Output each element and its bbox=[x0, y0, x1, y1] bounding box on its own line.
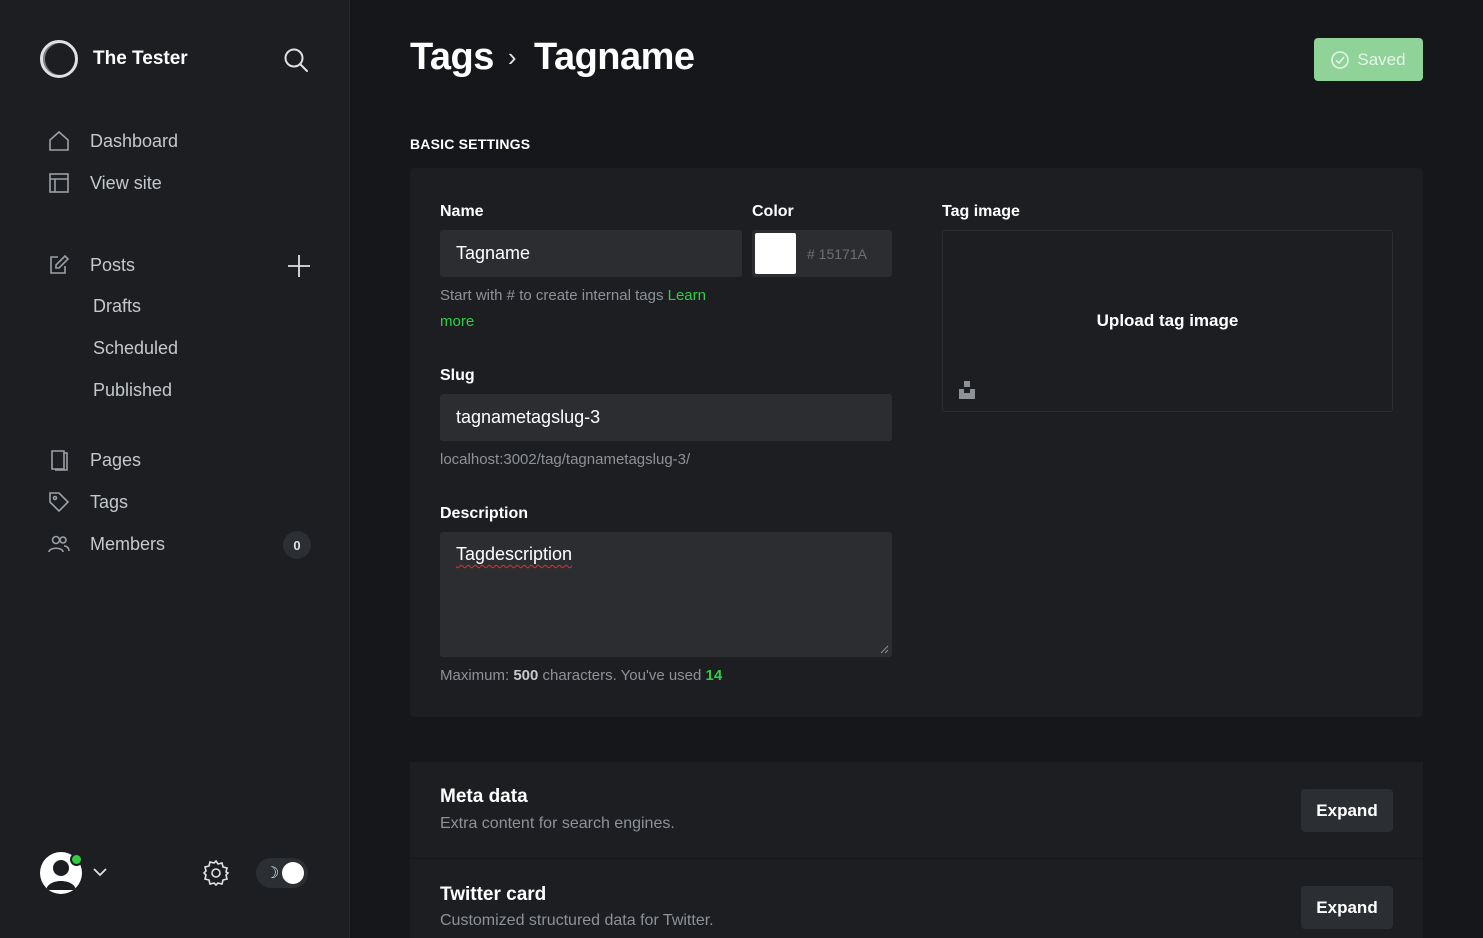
desc-hint-prefix: Maximum: bbox=[440, 667, 510, 684]
members-count-badge: 0 bbox=[283, 531, 311, 559]
basic-settings-title: BASIC SETTINGS bbox=[410, 136, 531, 152]
meta-data-section: Meta data Extra content for search engin… bbox=[410, 762, 1423, 858]
name-hint-text: Start with # to create internal tags bbox=[440, 287, 664, 304]
site-name: The Tester bbox=[93, 48, 188, 69]
nav-scheduled[interactable]: Scheduled bbox=[93, 338, 178, 359]
breadcrumb: Tags › Tagname bbox=[410, 36, 695, 79]
twitter-card-subtitle: Customized structured data for Twitter. bbox=[440, 912, 714, 929]
description-label: Description bbox=[440, 505, 529, 522]
color-swatch[interactable] bbox=[755, 233, 796, 274]
nav-pages[interactable]: Pages bbox=[48, 445, 141, 475]
name-hint: Start with # to create internal tags Lea… bbox=[440, 283, 740, 335]
slug-label: Slug bbox=[440, 367, 475, 384]
nav-members[interactable]: Members bbox=[48, 529, 165, 559]
gear-icon[interactable] bbox=[202, 859, 230, 887]
meta-data-subtitle: Extra content for search engines. bbox=[440, 815, 675, 832]
nav-posts-label: Posts bbox=[90, 254, 136, 275]
page-icon bbox=[48, 449, 70, 471]
site-brand[interactable]: The Tester bbox=[40, 40, 188, 78]
slug-field[interactable]: tagnametagslug-3 bbox=[440, 394, 892, 441]
toggle-knob bbox=[282, 862, 304, 884]
twitter-card-title: Twitter card bbox=[440, 884, 547, 905]
description-hint: Maximum: 500 characters. You've used 14 bbox=[440, 663, 722, 689]
desc-max-count: 500 bbox=[513, 667, 539, 684]
nav-dashboard[interactable]: Dashboard bbox=[48, 126, 178, 156]
home-icon bbox=[48, 130, 70, 152]
desc-used-count: 14 bbox=[705, 667, 723, 684]
online-status-dot bbox=[70, 853, 83, 866]
slug-url-preview: localhost:3002/tag/tagnametagslug-3/ bbox=[440, 451, 691, 468]
upload-tag-image-label: Upload tag image bbox=[1096, 311, 1239, 330]
tag-image-upload[interactable]: Upload tag image bbox=[942, 230, 1393, 412]
site-logo bbox=[40, 40, 78, 78]
members-icon bbox=[48, 533, 70, 555]
check-circle-icon bbox=[1331, 50, 1350, 69]
resize-handle-icon[interactable] bbox=[879, 644, 889, 654]
breadcrumb-separator-icon: › bbox=[507, 42, 517, 72]
nav-pages-label: Pages bbox=[90, 449, 142, 470]
unsplash-icon[interactable] bbox=[959, 381, 975, 399]
nav-drafts[interactable]: Drafts bbox=[93, 296, 141, 317]
name-field[interactable]: Tagname bbox=[440, 230, 742, 277]
nav-tags-label: Tags bbox=[90, 491, 129, 512]
page-title: Tagname bbox=[534, 36, 695, 78]
nav-view-site-label: View site bbox=[90, 172, 162, 193]
color-hex-input[interactable]: # 15171A bbox=[807, 246, 867, 262]
tag-icon bbox=[48, 491, 70, 513]
chevron-down-icon[interactable] bbox=[92, 866, 108, 878]
twitter-card-section: Twitter card Customized structured data … bbox=[410, 859, 1423, 938]
nav-tags[interactable]: Tags bbox=[48, 487, 128, 517]
moon-icon: ☽ bbox=[265, 865, 280, 882]
save-button-label: Saved bbox=[1357, 49, 1406, 69]
nav-dashboard-label: Dashboard bbox=[90, 130, 179, 151]
desc-hint-mid: characters. You've used bbox=[542, 667, 702, 684]
description-value: Tagdescription bbox=[456, 544, 573, 564]
search-icon[interactable] bbox=[283, 47, 309, 73]
meta-data-expand-button[interactable]: Expand bbox=[1301, 789, 1393, 832]
nav-published[interactable]: Published bbox=[93, 380, 172, 401]
breadcrumb-tags-link[interactable]: Tags bbox=[410, 36, 494, 79]
layout-icon bbox=[48, 172, 70, 194]
edit-icon bbox=[48, 254, 70, 276]
twitter-card-expand-button[interactable]: Expand bbox=[1301, 886, 1393, 929]
save-button[interactable]: Saved bbox=[1314, 38, 1423, 81]
description-textarea[interactable]: Tagdescription bbox=[440, 532, 892, 657]
new-post-plus-icon[interactable] bbox=[287, 254, 311, 278]
color-label: Color bbox=[752, 203, 794, 220]
nav-view-site[interactable]: View site bbox=[48, 168, 162, 198]
dark-mode-toggle[interactable]: ☽ bbox=[256, 858, 308, 888]
nav-posts[interactable]: Posts bbox=[48, 250, 135, 280]
tag-image-label: Tag image bbox=[942, 203, 1020, 220]
meta-data-title: Meta data bbox=[440, 786, 528, 807]
name-label: Name bbox=[440, 203, 484, 220]
sidebar: The Tester Dashboard View site Posts Dra… bbox=[0, 0, 350, 938]
nav-members-label: Members bbox=[90, 533, 166, 554]
